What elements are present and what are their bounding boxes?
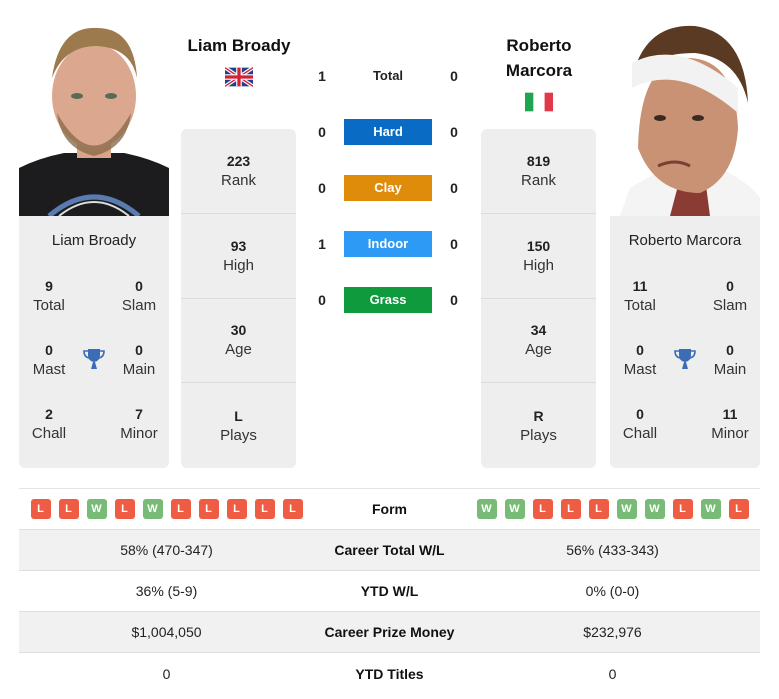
h2h-right-value: 0 <box>450 68 458 84</box>
h2h-row-clay: 0 Clay 0 <box>300 175 480 201</box>
prize-money-right: $232,976 <box>583 624 642 640</box>
surface-indoor-badge[interactable]: Indoor <box>344 231 432 257</box>
h2h-row-grass: 0 Grass 0 <box>300 287 480 313</box>
stats-card-left: 223 Rank 93 High 30 Age L Plays <box>181 129 296 468</box>
surface-clay-badge[interactable]: Clay <box>344 175 432 201</box>
table-row: 58% (470-347) Career Total W/L 56% (433-… <box>19 530 760 571</box>
h2h-left-value: 0 <box>318 180 326 196</box>
titles-card-right: Roberto Marcora 11 Total 0 Slam 0 Mast 0… <box>610 216 760 468</box>
career-wl-label: Career Total W/L <box>334 542 445 558</box>
career-wl-right: 56% (433-343) <box>566 542 659 558</box>
form-loss-badge[interactable]: L <box>560 499 581 519</box>
titles-mast: 0 Mast <box>32 342 66 378</box>
h2h-left-value: 1 <box>318 236 326 252</box>
h2h-right-value: 0 <box>450 236 458 252</box>
player-name-left[interactable]: Liam Broady <box>176 33 302 58</box>
stat-rank: 819 Rank <box>481 129 596 214</box>
form-win-badge[interactable]: W <box>86 499 107 519</box>
form-win-badge[interactable]: W <box>476 499 497 519</box>
player-photo-left <box>19 18 169 216</box>
titles-card-player-name: Liam Broady <box>51 232 137 249</box>
titles-main: 0 Main <box>122 342 156 378</box>
h2h-row-hard: 0 Hard 0 <box>300 119 480 145</box>
form-right: WWLLLWWLWL <box>465 499 760 519</box>
player-name-right-last: Marcora <box>505 61 573 80</box>
form-loss-badge[interactable]: L <box>198 499 219 519</box>
titles-chall: 2 Chall <box>31 406 67 442</box>
stat-plays: R Plays <box>520 407 557 444</box>
career-wl-left: 58% (470-347) <box>120 542 213 558</box>
titles-chall: 0 Chall <box>622 406 658 442</box>
h2h-right-value: 0 <box>450 292 458 308</box>
titles-card-left: Liam Broady 9 Total 0 Slam 0 Mast 0 Main… <box>19 216 169 468</box>
ytd-wl-left: 36% (5-9) <box>135 583 198 599</box>
h2h-right-value: 0 <box>450 180 458 196</box>
titles-minor: 11 Minor <box>711 406 749 442</box>
italy-flag-icon <box>525 92 553 112</box>
form-win-badge[interactable]: W <box>616 499 637 519</box>
form-label: Form <box>372 501 407 517</box>
player-name-right-first: Roberto <box>506 36 572 55</box>
titles-card-player-name: Roberto Marcora <box>628 232 742 249</box>
form-win-badge[interactable]: W <box>504 499 525 519</box>
ytd-wl-right: 0% (0-0) <box>585 583 640 599</box>
form-row: LLWLWLLLLL Form WWLLLWWLWL <box>19 489 760 530</box>
form-loss-badge[interactable]: L <box>30 499 51 519</box>
trophy-icon <box>673 347 697 371</box>
h2h-left-value: 0 <box>318 292 326 308</box>
ytd-titles-label: YTD Titles <box>355 665 424 682</box>
prize-money-label: Career Prize Money <box>324 624 455 640</box>
h2h-row-indoor: 1 Indoor 0 <box>300 231 480 257</box>
stat-age: 30 Age <box>181 299 296 384</box>
form-loss-badge[interactable]: L <box>114 499 135 519</box>
titles-minor: 7 Minor <box>120 406 158 442</box>
form-win-badge[interactable]: W <box>644 499 665 519</box>
prize-money-left: $1,004,050 <box>131 624 202 640</box>
titles-mast: 0 Mast <box>623 342 657 378</box>
form-loss-badge[interactable]: L <box>588 499 609 519</box>
stat-plays: L Plays <box>220 407 257 444</box>
table-row: $1,004,050 Career Prize Money $232,976 <box>19 612 760 653</box>
surface-grass-badge[interactable]: Grass <box>344 287 432 313</box>
titles-total: 9 Total <box>33 278 65 314</box>
ytd-wl-label: YTD W/L <box>360 583 419 599</box>
form-loss-badge[interactable]: L <box>254 499 275 519</box>
player-name-right[interactable]: Roberto Marcora <box>478 33 600 83</box>
form-loss-badge[interactable]: L <box>58 499 79 519</box>
h2h-right-value: 0 <box>450 124 458 140</box>
h2h-left-value: 0 <box>318 124 326 140</box>
form-loss-badge[interactable]: L <box>672 499 693 519</box>
titles-total: 11 Total <box>624 278 656 314</box>
form-left: LLWLWLLLLL <box>19 499 314 519</box>
form-badges-right: WWLLLWWLWL <box>465 499 760 519</box>
form-win-badge[interactable]: W <box>700 499 721 519</box>
form-loss-badge[interactable]: L <box>170 499 191 519</box>
stat-age: 34 Age <box>481 299 596 384</box>
h2h-row-total: 1 Total 0 <box>300 63 480 89</box>
ytd-titles-left: 0 <box>162 665 171 682</box>
player-photo-right <box>610 18 760 216</box>
form-win-badge[interactable]: W <box>142 499 163 519</box>
form-loss-badge[interactable]: L <box>226 499 247 519</box>
form-loss-badge[interactable]: L <box>532 499 553 519</box>
surface-hard-badge[interactable]: Hard <box>344 119 432 145</box>
form-badges-left: LLWLWLLLLL <box>19 499 314 519</box>
h2h-left-value: 1 <box>318 68 326 84</box>
titles-slam: 0 Slam <box>712 278 748 314</box>
comparison-table: LLWLWLLLLL Form WWLLLWWLWL 58% (470-347)… <box>19 488 760 694</box>
table-row: 36% (5-9) YTD W/L 0% (0-0) <box>19 571 760 612</box>
trophy-icon <box>82 347 106 371</box>
stat-rank: 223 Rank <box>181 129 296 214</box>
uk-flag-icon <box>223 66 255 88</box>
ytd-titles-right: 0 <box>608 665 617 682</box>
titles-main: 0 Main <box>713 342 747 378</box>
form-loss-badge[interactable]: L <box>728 499 749 519</box>
stat-high: 93 High <box>181 214 296 299</box>
titles-slam: 0 Slam <box>121 278 157 314</box>
stats-card-right: 819 Rank 150 High 34 Age R Plays <box>481 129 596 468</box>
h2h-total-label: Total <box>372 68 404 83</box>
form-loss-badge[interactable]: L <box>282 499 303 519</box>
table-row: 0 YTD Titles 0 <box>19 653 760 694</box>
stat-high: 150 High <box>481 214 596 299</box>
